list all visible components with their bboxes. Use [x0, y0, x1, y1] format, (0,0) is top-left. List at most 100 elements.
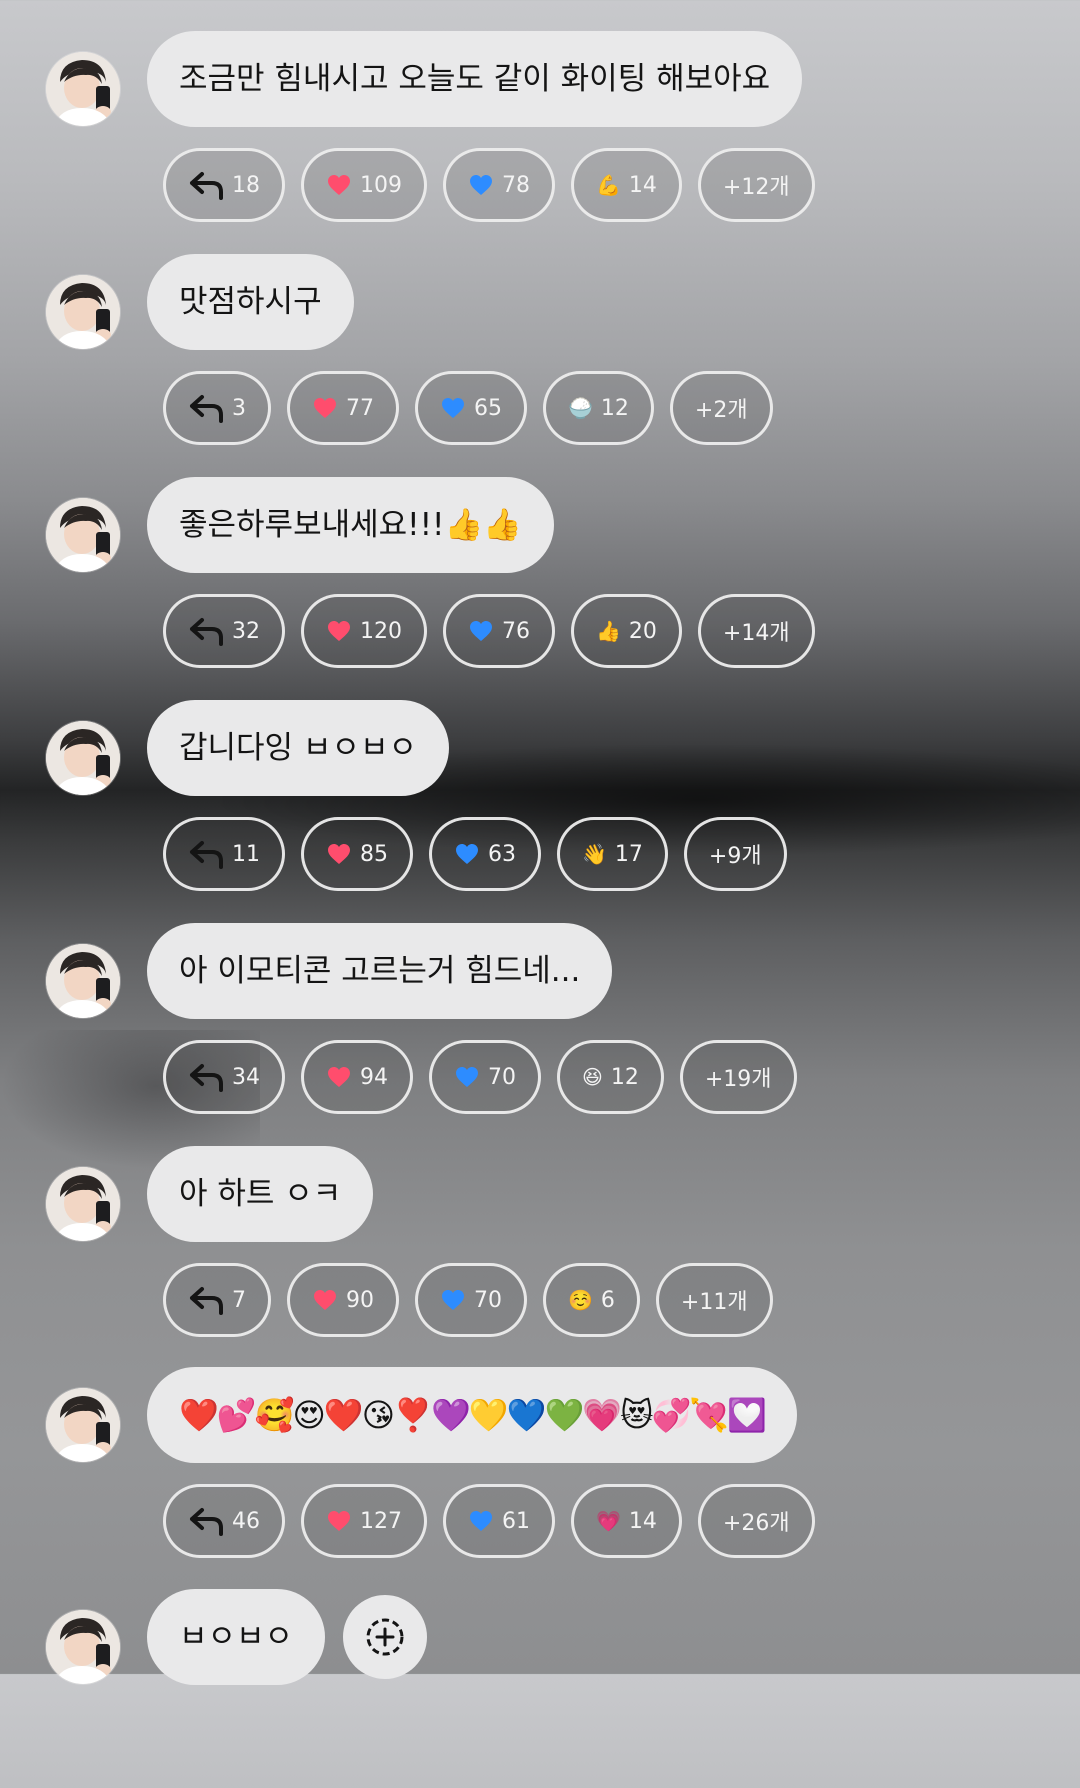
reply-arrow-icon [190, 618, 223, 646]
reaction-count: 11 [232, 841, 260, 867]
blue-heart-reaction[interactable]: 70 [415, 1263, 527, 1337]
reply-chip[interactable]: 18 [163, 148, 285, 222]
blue-heart-reaction[interactable]: 63 [429, 817, 541, 891]
red-heart-reaction[interactable]: 120 [301, 594, 427, 668]
avatar[interactable] [46, 944, 120, 1018]
emoji-reaction[interactable]: 😆 12 [557, 1040, 664, 1114]
reply-chip[interactable]: 3 [163, 371, 271, 445]
reaction-count: 65 [474, 395, 502, 421]
reply-arrow-icon [190, 1287, 223, 1315]
reply-arrow-icon [190, 1508, 223, 1536]
reaction-count: 14 [628, 1508, 657, 1534]
blue-heart-reaction[interactable]: 78 [443, 148, 555, 222]
red-heart-icon [328, 844, 350, 864]
avatar[interactable] [46, 275, 120, 349]
blue-heart-reaction[interactable]: 70 [429, 1040, 541, 1114]
reply-arrow-icon [190, 841, 223, 869]
message-bubble[interactable]: 맛점하시구 [147, 254, 354, 350]
emoji-reaction[interactable]: 💗 14 [571, 1484, 682, 1558]
red-heart-reaction[interactable]: 127 [301, 1484, 427, 1558]
more-reactions-label: +11개 [680, 1290, 748, 1315]
more-reactions-button[interactable]: +9개 [683, 817, 787, 891]
avatar[interactable] [46, 721, 120, 795]
reply-chip[interactable]: 34 [163, 1040, 285, 1114]
reaction-bar: 18 109 78 💪 14 +12개 [163, 148, 815, 222]
reply-chip[interactable]: 11 [163, 817, 285, 891]
message-bubble[interactable]: 아 이모티콘 고르는거 힘드네... [147, 923, 613, 1019]
avatar-image [46, 1388, 120, 1462]
reaction-bar: 34 94 70 😆 12 +19개 [163, 1040, 797, 1114]
blue-heart-icon [456, 844, 478, 864]
reaction-bar: 7 90 70 ☺️ 6 +11개 [163, 1263, 773, 1337]
avatar[interactable] [46, 1167, 120, 1241]
reaction-count: 77 [346, 395, 374, 421]
message-bubble[interactable]: 조금만 힘내시고 오늘도 같이 화이팅 해보아요 [147, 31, 803, 127]
blue-heart-icon [442, 398, 464, 418]
emoji-reaction[interactable]: 👋 17 [557, 817, 668, 891]
more-reactions-label: +2개 [694, 398, 748, 423]
reply-chip[interactable]: 46 [163, 1484, 285, 1558]
message-bubble[interactable]: 갑니다잉 ㅂㅇㅂㅇ [147, 700, 450, 796]
reply-chip[interactable]: 7 [163, 1263, 271, 1337]
cooked-rice-icon: 🍚 [568, 396, 593, 420]
red-heart-reaction[interactable]: 109 [301, 148, 427, 222]
red-heart-icon [314, 398, 336, 418]
reaction-count: 17 [614, 841, 643, 867]
blue-heart-icon [456, 1067, 478, 1087]
thumbs-up-icon: 👍 [596, 619, 621, 643]
emoji-reaction[interactable]: 👍 20 [571, 594, 682, 668]
red-heart-icon [328, 621, 350, 641]
reply-arrow-icon [190, 172, 223, 200]
blue-heart-icon [470, 175, 492, 195]
reaction-count: 78 [502, 172, 530, 198]
grinning-squinting-face-icon: 😆 [582, 1065, 603, 1089]
avatar[interactable] [46, 52, 120, 126]
add-reaction-button[interactable] [343, 1595, 427, 1679]
message-bubble[interactable]: 좋은하루보내세요!!!👍👍 [147, 477, 554, 573]
red-heart-reaction[interactable]: 94 [301, 1040, 413, 1114]
more-reactions-button[interactable]: +14개 [697, 594, 815, 668]
reply-chip[interactable]: 32 [163, 594, 285, 668]
reaction-count: 3 [232, 395, 246, 421]
reaction-count: 63 [488, 841, 516, 867]
avatar[interactable] [46, 1388, 120, 1462]
chat-message: 조금만 힘내시고 오늘도 같이 화이팅 해보아요 18 109 78 💪 14 +12개 [0, 20, 1080, 230]
more-reactions-label: +19개 [704, 1067, 772, 1092]
more-reactions-button[interactable]: +2개 [669, 371, 773, 445]
more-reactions-button[interactable]: +19개 [679, 1040, 797, 1114]
red-heart-reaction[interactable]: 85 [301, 817, 413, 891]
more-reactions-button[interactable]: +12개 [697, 148, 815, 222]
red-heart-reaction[interactable]: 77 [287, 371, 399, 445]
reaction-count: 32 [232, 618, 260, 644]
more-reactions-label: +12개 [722, 175, 790, 200]
reply-arrow-icon [190, 395, 223, 423]
message-bubble[interactable]: ㅂㅇㅂㅇ [147, 1589, 326, 1685]
blue-heart-reaction[interactable]: 61 [443, 1484, 555, 1558]
reaction-count: 12 [600, 395, 629, 421]
reaction-count: 6 [600, 1287, 615, 1313]
avatar-image [46, 498, 120, 572]
avatar[interactable] [46, 498, 120, 572]
avatar-image [46, 721, 120, 795]
blue-heart-reaction[interactable]: 65 [415, 371, 527, 445]
emoji-reaction[interactable]: ☺️ 6 [543, 1263, 640, 1337]
emoji-reaction[interactable]: 🍚 12 [543, 371, 654, 445]
reaction-bar: 32 120 76 👍 20 +14개 [163, 594, 815, 668]
more-reactions-button[interactable]: +26개 [697, 1484, 815, 1558]
more-reactions-label: +14개 [722, 621, 790, 646]
emoji-reaction[interactable]: 💪 14 [571, 148, 682, 222]
red-heart-reaction[interactable]: 90 [287, 1263, 399, 1337]
reaction-count: 85 [360, 841, 388, 867]
waving-hand-icon: 👋 [582, 842, 607, 866]
blue-heart-reaction[interactable]: 76 [443, 594, 555, 668]
message-bubble[interactable]: ❤️💕🥰😍❤️😘❣️💜💛💙💚💗😻💞💘💟 [147, 1367, 798, 1463]
reaction-count: 70 [474, 1287, 502, 1313]
chat-message: 좋은하루보내세요!!!👍👍 32 120 76 👍 20 +14개 [0, 466, 1080, 676]
chat-message: ㅂㅇㅂㅇ [0, 1578, 1080, 1788]
message-bubble[interactable]: 아 하트 ㅇㅋ [147, 1146, 374, 1242]
more-reactions-button[interactable]: +11개 [655, 1263, 773, 1337]
avatar[interactable] [46, 1610, 120, 1684]
reaction-count: 20 [628, 618, 657, 644]
reaction-count: 14 [628, 172, 657, 198]
chat-message: ❤️💕🥰😍❤️😘❣️💜💛💙💚💗😻💞💘💟 46 127 61 💗 14 +26개 [0, 1356, 1080, 1566]
